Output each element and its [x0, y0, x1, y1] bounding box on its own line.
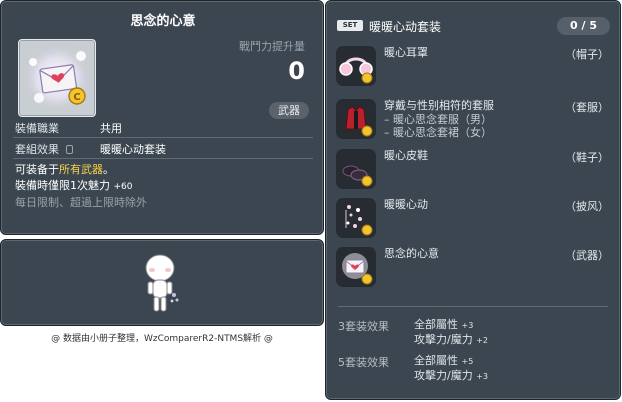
- set-bonus-line: 攻擊力/魔力 +2: [414, 333, 489, 346]
- set-piece-name: 暖心耳罩: [384, 46, 428, 59]
- lock-icon: [65, 145, 73, 154]
- equip-line-prefix: 可装备于: [15, 163, 59, 176]
- set-piece-icon-frame: [336, 247, 376, 287]
- job-value: 共用: [100, 122, 122, 135]
- set-bonus-label: 5套装效果: [338, 356, 389, 369]
- divider: [338, 306, 608, 307]
- set-bonus-label: 3套装效果: [338, 320, 389, 333]
- set-piece-name: 思念的心意: [384, 247, 439, 260]
- set-name: 暖暖心动套装: [369, 20, 442, 34]
- job-value-wrap: 共用: [100, 120, 122, 136]
- set-bonus-line: 全部屬性 +3: [414, 318, 474, 331]
- heart-letter-icon: C: [23, 44, 91, 112]
- job-row: 裝備職業: [15, 120, 59, 136]
- footer-credit: @ 数据由小册子整理，WzComparerR2-NTMS解析 @: [51, 334, 273, 344]
- set-piece: 暖暖心动 （披风）: [336, 198, 616, 244]
- set-piece-icon-frame: [336, 149, 376, 189]
- set-count: 0 / 5: [557, 17, 610, 35]
- set-piece-type: （帽子）: [565, 48, 609, 61]
- set-piece-name: 暖心皮鞋: [384, 149, 428, 162]
- power-increase-label: 戰鬥力提升量: [239, 40, 305, 53]
- set-effect-label: 套組效果: [15, 143, 59, 156]
- set-piece-name: 暖暖心动: [384, 198, 428, 211]
- charm-line: 裝備時僅限1次魅力 +60: [15, 178, 147, 195]
- equip-line-suffix: 。: [103, 163, 114, 176]
- power-increase-value: 0: [288, 57, 305, 85]
- set-piece-icon-frame: [336, 99, 376, 139]
- shoes-icon: [342, 165, 373, 187]
- set-bonus-lines: 全部屬性 +5 攻擊力/魔力 +3: [414, 354, 488, 384]
- set-piece-type: （套服）: [565, 101, 609, 114]
- set-effect-row: 套組效果: [15, 141, 73, 157]
- outfit-icon: [345, 106, 373, 137]
- set-piece: 穿戴与性别相符的套服 （套服） – 暖心思念套服（男） – 暖心思念套裙（女）: [336, 99, 616, 145]
- set-piece: 暖心皮鞋 （鞋子）: [336, 149, 616, 195]
- divider: [13, 137, 313, 138]
- set-bonus-lines: 全部屬性 +3 攻擊力/魔力 +2: [414, 318, 488, 348]
- set-piece-variant: – 暖心思念套服（男）: [384, 113, 492, 126]
- item-tooltip-panel: 思念的心意 C 戰鬥力提升量 0 武器 裝備職業 共用 套組效果 暖暖心动套装 …: [0, 0, 324, 235]
- earmuff-icon: [339, 57, 373, 84]
- set-piece: 思念的心意 （武器）: [336, 247, 616, 293]
- set-badge: SET: [337, 20, 363, 31]
- sparkle-cape-icon: [345, 205, 373, 236]
- charm-value: +60: [113, 182, 133, 192]
- svg-text:C: C: [73, 92, 80, 103]
- equip-line: 可装备于所有武器。: [15, 162, 147, 178]
- set-piece: 暖心耳罩 （帽子）: [336, 46, 616, 92]
- heart-letter-icon: [342, 253, 373, 285]
- set-piece-type: （武器）: [565, 249, 609, 262]
- item-icon-frame: C: [18, 39, 96, 117]
- set-info-panel: SET 暖暖心动套装 0 / 5 暖心耳罩 （帽子） 穿戴与性别相符的套服 （套…: [325, 0, 621, 400]
- set-piece-type: （披风）: [565, 200, 609, 213]
- charm-label: 裝備時僅限1次魅力: [15, 179, 110, 192]
- set-piece-icon-frame: [336, 46, 376, 86]
- set-piece-type: （鞋子）: [565, 151, 609, 164]
- character-preview-image: [145, 254, 179, 312]
- set-bonus-line: 攻擊力/魔力 +3: [414, 369, 489, 382]
- set-effect-value-wrap: 暖暖心动套装: [100, 141, 166, 157]
- item-name: 思念的心意: [130, 14, 196, 29]
- divider: [13, 158, 313, 159]
- equip-line-highlight: 所有武器: [59, 163, 103, 176]
- job-label: 裝備職業: [15, 122, 59, 135]
- set-piece-icon-frame: [336, 198, 376, 238]
- set-bonus-line: 全部屬性 +5: [414, 354, 474, 367]
- stats-block: 可装备于所有武器。 裝備時僅限1次魅力 +60 每日限制、超過上限時除外: [15, 162, 147, 211]
- set-effect-value: 暖暖心动套装: [100, 143, 166, 156]
- limit-note: 每日限制、超過上限時除外: [15, 196, 147, 209]
- category-badge: 武器: [269, 102, 309, 119]
- set-piece-variant: – 暖心思念套裙（女）: [384, 126, 492, 139]
- set-piece-name: 穿戴与性别相符的套服: [384, 99, 494, 112]
